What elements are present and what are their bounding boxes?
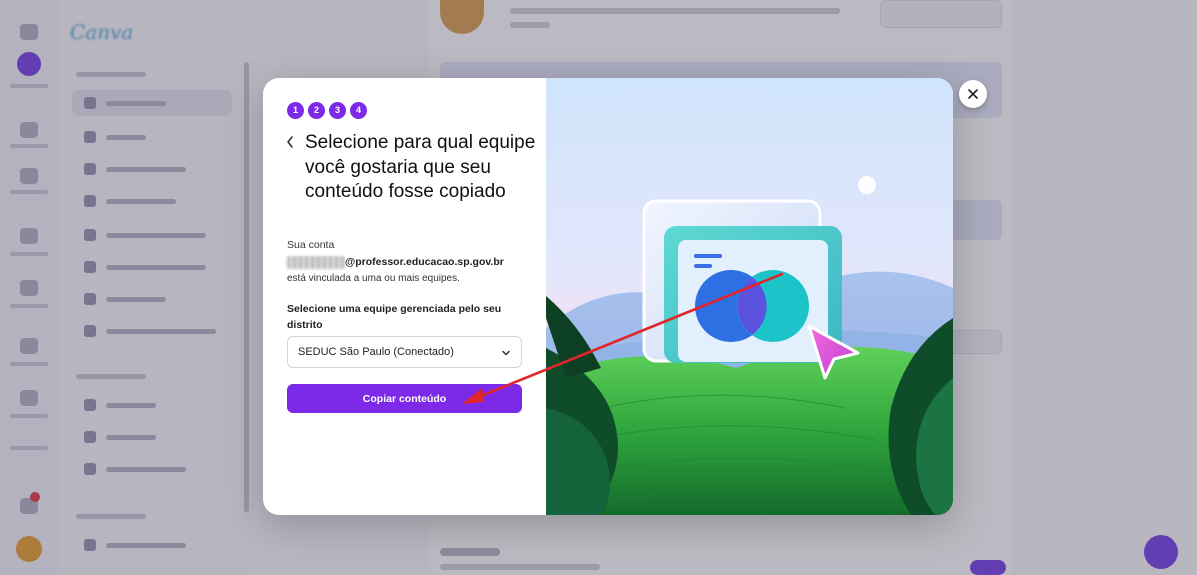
redacted-email-user — [287, 256, 345, 269]
copy-content-button[interactable]: Copiar conteúdo — [287, 384, 522, 413]
account-label: Sua conta — [287, 239, 335, 251]
step-2: 2 — [308, 102, 325, 119]
chevron-left-icon — [287, 136, 293, 148]
step-3: 3 — [329, 102, 346, 119]
chevron-down-icon — [502, 350, 510, 356]
dialog-illustration — [546, 78, 953, 515]
close-button[interactable] — [959, 80, 987, 108]
team-select-label: Selecione uma equipe gerenciada pelo seu… — [287, 303, 502, 331]
step-4: 4 — [350, 102, 367, 119]
linked-teams-text: está vinculada a uma ou mais equipes. — [287, 273, 460, 284]
dialog-title: Selecione para qual equipe você gostaria… — [305, 132, 536, 202]
step-indicator: 1 2 3 4 — [287, 102, 367, 119]
illustration-landscape — [546, 78, 953, 515]
account-email: @professor.educacao.sp.gov.br — [287, 256, 537, 270]
close-icon — [968, 89, 978, 99]
selected-team: SEDUC São Paulo (Conectado) — [298, 346, 454, 358]
copy-content-dialog: 1 2 3 4 Selecione para qual equipe você … — [263, 78, 953, 515]
email-domain: @professor.educacao.sp.gov.br — [345, 256, 504, 268]
back-button[interactable] — [285, 130, 301, 152]
step-1: 1 — [287, 102, 304, 119]
team-select[interactable]: SEDUC São Paulo (Conectado) — [287, 336, 522, 368]
dialog-form-panel: 1 2 3 4 Selecione para qual equipe você … — [263, 78, 546, 515]
